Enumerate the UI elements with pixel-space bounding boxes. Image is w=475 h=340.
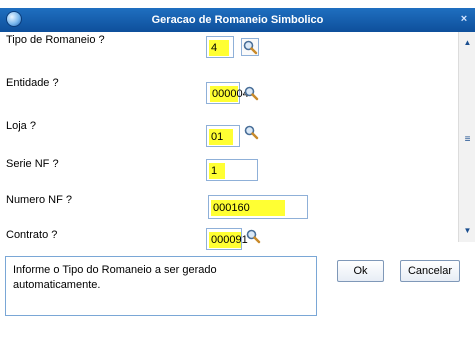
contrato-value: 000091 bbox=[209, 232, 248, 248]
serie-nf-input[interactable]: 1 bbox=[206, 159, 258, 181]
magnifier-icon[interactable] bbox=[243, 124, 259, 140]
help-panel: Informe o Tipo do Romaneio a ser gerado … bbox=[5, 256, 317, 316]
background-strip bbox=[0, 0, 475, 8]
tipo-romaneio-lookup-button[interactable] bbox=[241, 38, 259, 56]
contrato-label: Contrato ? bbox=[6, 229, 58, 241]
title-bar: Geracao de Romaneio Simbolico × bbox=[0, 8, 475, 32]
close-icon[interactable]: × bbox=[457, 12, 471, 26]
help-text: Informe o Tipo do Romaneio a ser gerado … bbox=[13, 264, 217, 291]
scroll-grip-icon[interactable]: ≡ bbox=[459, 134, 475, 145]
magnifier-icon[interactable] bbox=[243, 85, 259, 101]
tipo-romaneio-label: Tipo de Romaneio ? bbox=[6, 34, 105, 46]
numero-nf-value: 000160 bbox=[211, 200, 285, 216]
loja-label: Loja ? bbox=[6, 120, 36, 132]
entidade-label: Entidade ? bbox=[6, 77, 59, 89]
loja-input[interactable]: 01 bbox=[206, 125, 240, 147]
scroll-down-icon[interactable]: ▼ bbox=[459, 226, 475, 235]
magnifier-icon[interactable] bbox=[245, 228, 261, 244]
tipo-romaneio-value: 4 bbox=[209, 40, 229, 56]
magnifier-icon bbox=[243, 40, 258, 55]
dialog-window: Geracao de Romaneio Simbolico × Tipo de … bbox=[0, 8, 475, 340]
contrato-input[interactable]: 000091 bbox=[206, 228, 248, 250]
tipo-romaneio-input[interactable]: 4 bbox=[206, 36, 234, 58]
numero-nf-label: Numero NF ? bbox=[6, 194, 73, 206]
entidade-input[interactable]: 000004 bbox=[206, 82, 249, 104]
serie-nf-value: 1 bbox=[209, 163, 225, 179]
parameters-form: Tipo de Romaneio ? 4 Entidade ? 000004 L… bbox=[0, 32, 458, 250]
window-title: Geracao de Romaneio Simbolico bbox=[151, 14, 324, 26]
numero-nf-input[interactable]: 000160 bbox=[208, 195, 308, 219]
entidade-value: 000004 bbox=[210, 86, 249, 102]
serie-nf-label: Serie NF ? bbox=[6, 158, 59, 170]
ok-button[interactable]: Ok bbox=[337, 260, 384, 282]
vertical-scrollbar[interactable]: ▲ ≡ ▼ bbox=[458, 32, 475, 242]
scroll-up-icon[interactable]: ▲ bbox=[459, 38, 475, 47]
cancel-button[interactable]: Cancelar bbox=[400, 260, 460, 282]
loja-value: 01 bbox=[209, 129, 233, 145]
